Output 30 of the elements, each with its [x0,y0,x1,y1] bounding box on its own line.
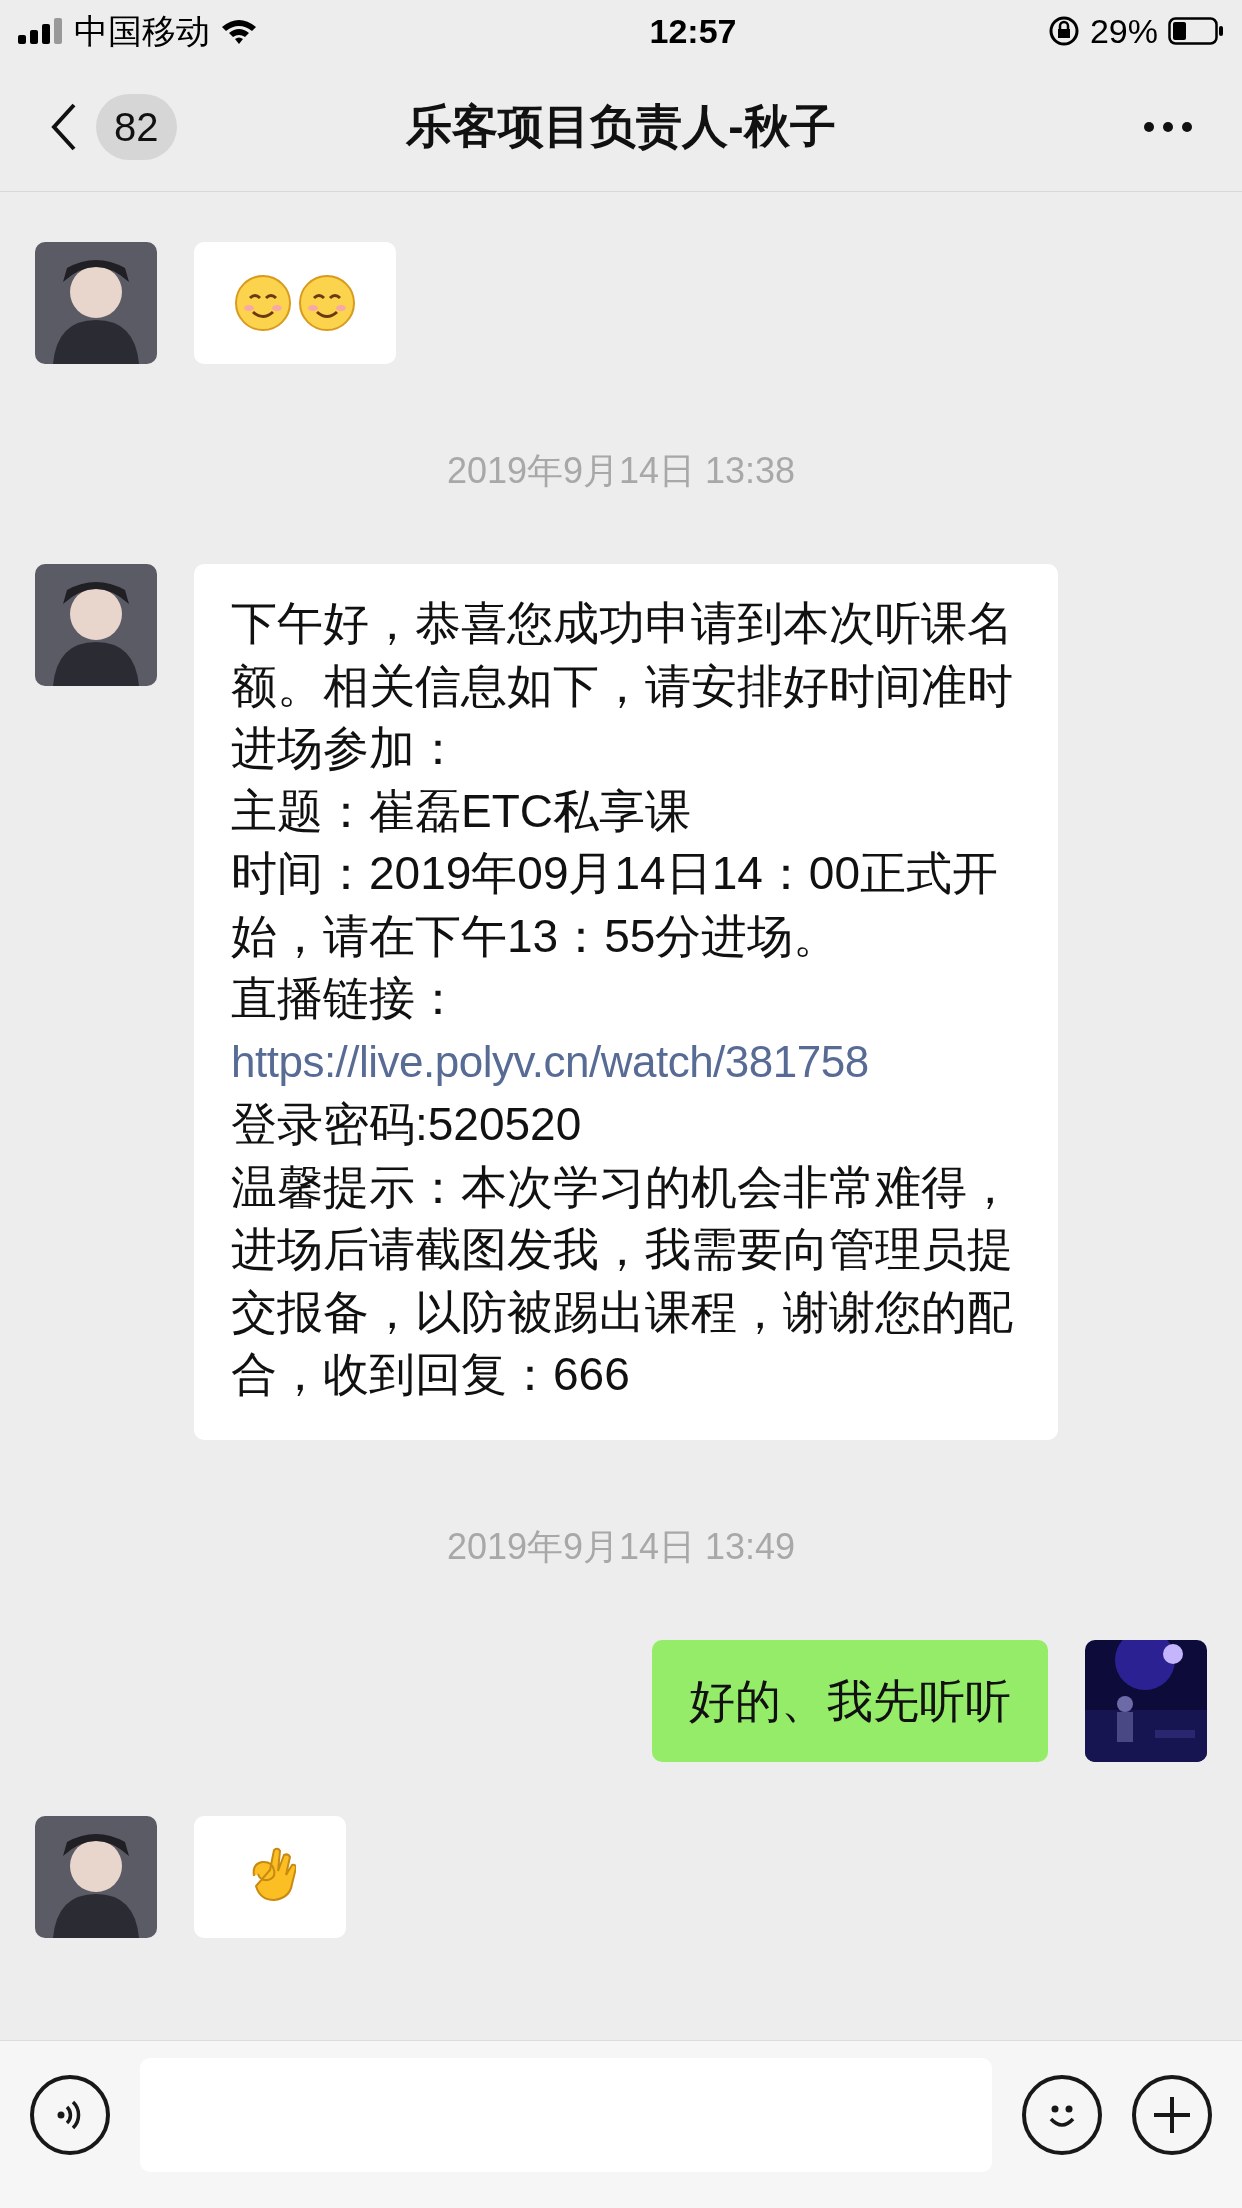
message-text: 下午好，恭喜您成功申请到本次听课名额。相关信息如下，请安排好时间准时进场参加： [231,596,1014,776]
message-text: 主题：崔磊ETC私享课 [231,783,692,839]
avatar[interactable] [35,564,157,686]
plus-icon [1152,2094,1192,2135]
signal-icon [18,18,64,44]
message-text: 温馨提示：本次学习的机会非常难得，进场后请截图发我，我需要向管理员提交报备，以防被踢出课程，谢谢您的配合，收到回复：666 [231,1159,1014,1402]
avatar[interactable] [35,242,157,364]
battery-icon [1168,17,1224,45]
unread-badge: 82 [96,93,177,160]
message-text: 时间：2019年09月14日14：00正式开始，请在下午13：55分进场。 [231,846,999,964]
wifi-icon [220,17,258,45]
chat-title: 乐客项目负责人-秋子 [406,99,836,154]
emoji-button[interactable] [1022,2074,1102,2155]
add-button[interactable] [1132,2074,1212,2155]
back-button[interactable]: 82 [50,93,177,160]
timestamp: 2019年9月14日 13:49 [446,1524,796,1569]
avatar[interactable] [35,1816,157,1938]
battery-percent: 29% [1089,10,1158,52]
rotation-lock-icon [1047,15,1080,47]
message-text: 登录密码:520520 [231,1097,583,1152]
message-text: 好的、我先听听 [689,1673,1011,1729]
smiling-face-icon [234,274,292,332]
carrier-name: 中国移动 [74,10,210,52]
link[interactable]: https://live.polyv.cn/watch/381758 [231,1036,869,1086]
timestamp: 2019年9月14日 13:38 [446,449,796,493]
smiling-face-icon [298,274,356,332]
clock-time: 12:57 [649,10,737,52]
back-icon [50,101,78,152]
voice-button[interactable] [30,2074,110,2155]
message-text: 直播链接： [231,971,462,1026]
